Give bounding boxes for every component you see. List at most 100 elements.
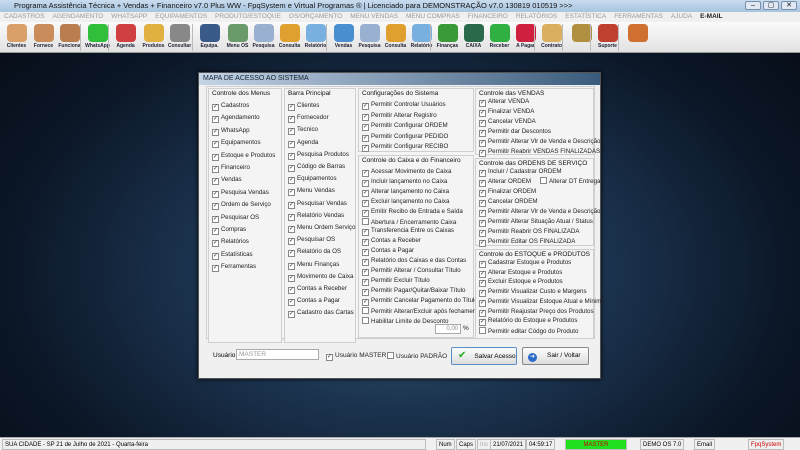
menu-equipamentos[interactable]: EQUIPAMENTOS [155,13,207,20]
checkbox-fornecedor[interactable]: ✓ Fornecedor [288,114,329,124]
toolbar-button-receber[interactable]: Receber [486,23,513,52]
checkbox-tecnico[interactable]: ✓ Tecnico [288,126,318,136]
checkbox-permitir-alterar-situac-a-o-atual-status[interactable]: ✓ Permitir Alterar Situação Atual / Statu… [479,218,593,227]
checkbox-permitir-dar-descontos[interactable]: ✓ Permitir dar Descontos [479,128,551,137]
checkbox-permitir-editar-os-finalizada[interactable]: ✓ Permitir Editar OS FINALIZADA [479,238,575,247]
exit-button[interactable]: ➜ Sair / Voltar [522,347,589,365]
checkbox-menu-financ-as[interactable]: ✓ Menu Finanças [288,261,339,270]
toolbar-button-pesquisa[interactable]: Pesquisa [356,23,383,52]
checkbox-ordem-de-servic-o[interactable]: ✓ Ordem de Serviço [212,201,271,211]
maximize-button[interactable]: ▢ [763,1,779,10]
checkbox-cancelar-venda[interactable]: ✓ Cancelar VENDA [479,118,536,127]
checkbox-movimento-de-caixa[interactable]: ✓ Movimento de Caixa [288,273,353,282]
toolbar-button-produtos[interactable]: Produtos [140,23,167,52]
checkbox-relato-rio-do-estoque-e-produtos[interactable]: ✓ Relatório do Estoque e Produtos [479,317,577,327]
checkbox-permitir-cancelar-pagamento-do-ti-tulo[interactable]: ✓ Permitir Cancelar Pagamento do Título [362,297,478,306]
close-button[interactable]: ✕ [781,1,797,10]
checkbox-contas-a-pagar[interactable]: ✓ Contas a Pagar [362,247,414,257]
menu-agendamento[interactable]: AGENDAMENTO [52,13,103,20]
checkbox-acessar-movimento-de-caixa[interactable]: ✓ Acessar Movimento de Caixa [362,168,451,177]
toolbar-button-contrato[interactable]: Contrato [538,23,565,52]
menu-cadastros[interactable]: CADASTROS [4,13,44,20]
checkbox-permitir-alterar-consultar-ti-tulo[interactable]: ✓ Permitir Alterar / Consultar Título [362,267,461,276]
menu-menu-vendas[interactable]: MENU VENDAS [350,13,398,20]
toolbar-button-fornece[interactable]: Fornece [30,23,57,52]
checkbox-usuario-master[interactable]: ✓ Usuário MASTER [326,352,386,361]
checkbox-estati-sticas[interactable]: ✓ Estatísticas [212,251,253,260]
checkbox-menu-vendas[interactable]: ✓ Menu Vendas [288,187,335,197]
checkbox-estoque-e-produtos[interactable]: ✓ Estoque e Produtos [212,152,275,161]
checkbox-permitir-configurar-pedido[interactable]: ✓ Permitir Configurar PEDIDO [362,133,448,142]
checkbox-agendamento[interactable]: ✓ Agendamento [212,114,260,124]
menu-whatsapp[interactable]: WHATSAPP [111,13,147,20]
status-email[interactable]: Email [694,439,716,450]
checkbox-permitir-pagar-quitar-baixar-ti-tulo[interactable]: ✓ Permitir Pagar/Quitar/Baixar Título [362,287,465,296]
checkbox-permitir-excluir-ti-tulo[interactable]: ✓ Permitir Excluir Título [362,277,430,286]
checkbox-permitir-configurar-ordem[interactable]: ✓ Permitir Configurar ORDEM [362,122,448,131]
checkbox-pesquisa-vendas[interactable]: ✓ Pesquisa Vendas [212,189,269,198]
menu-financeiro[interactable]: FINANCEIRO [468,13,508,20]
checkbox-pesquisa-produtos[interactable]: ✓ Pesquisa Produtos [288,151,349,160]
checkbox-cancelar-ordem[interactable]: ✓ Cancelar ORDEM [479,198,538,207]
checkbox-relato-rio-dos-caixas-e-das-contas[interactable]: ✓ Relatório dos Caixas e das Contas [362,257,466,267]
toolbar-button-consulta[interactable]: Consulta [382,23,409,52]
checkbox-permitir-alterar-vlr-de-venda-e-descric-a-o[interactable]: ✓ Permitir Alterar Vlr de Venda e Descriç… [479,138,600,147]
checkbox-permitir-configurar-recibo[interactable]: ✓ Permitir Configurar RECIBO [362,143,448,152]
toolbar-button-funciona[interactable]: Funciona [56,23,83,52]
menu-estat-stica[interactable]: ESTATÍSTICA [565,13,606,20]
checkbox-incluir-cadastrar-ordem[interactable]: ✓ Incluir / Cadastrar ORDEM [479,168,562,177]
toolbar-button-vendas[interactable]: Vendas [330,23,357,52]
checkbox-whatsapp[interactable]: ✓ WhatsApp [212,127,250,136]
checkbox-relato-rios[interactable]: ✓ Relatórios [212,238,249,248]
checkbox-permitir-editar-co-dgo-do-produto[interactable]: Permitir editar Códgo do Produto [479,326,578,336]
checkbox-cadastros[interactable]: ✓ Cadastros [212,102,249,111]
checkbox-vendas[interactable]: ✓ Vendas [212,176,242,186]
checkbox-clientes[interactable]: ✓ Clientes [288,102,319,111]
checkbox-menu-ordem-servic-o[interactable]: ✓ Menu Ordem Serviço [288,224,355,233]
toolbar-button-consultar[interactable]: Consultar [166,23,193,52]
checkbox-excluir-lanc-amento-no-caixa[interactable]: ✓ Excluir lançamento no Caixa [362,198,449,207]
checkbox-permitir-alterar-registro[interactable]: ✓ Permitir Alterar Registro [362,112,437,121]
minimize-button[interactable]: – [745,1,761,10]
checkbox-cadastro-das-cartas[interactable]: ✓ Cadastro das Cartas [288,309,354,319]
checkbox-permitir-visualizar-estoque-atual-e-mi-nimo[interactable]: ✓ Permitir Visualizar Estoque Atual e Mín… [479,298,605,307]
checkbox-alterar-ordem[interactable]: ✓ Alterar ORDEM [479,178,531,187]
checkbox-equipamentos[interactable]: ✓ Equipamentos [212,139,261,149]
checkbox-co-digo-de-barras[interactable]: ✓ Código de Barras [288,163,345,172]
menu-menu-compras[interactable]: MENU COMPRAS [406,13,460,20]
checkbox-pesquisar-os[interactable]: ✓ Pesquisar OS [212,214,259,223]
checkbox-finalizar-ordem[interactable]: ✓ Finalizar ORDEM [479,188,536,197]
menu-produto-estoque[interactable]: PRODUTO/ESTOQUE [215,13,281,20]
checkbox-usuario-padrao[interactable]: Usuário PADRÃO [387,352,447,361]
checkbox-permitir-reabrir-vendas-finalizadas[interactable]: ✓ Permitir Reabrir VENDAS FINALIZADAS [479,148,600,157]
checkbox-permitir-reajustar-prec-o-dos-produtos[interactable]: ✓ Permitir Reajustar Preço dos Produtos [479,308,594,317]
toolbar-button-finan-as[interactable]: Finanças [434,23,461,52]
checkbox-alterar-venda[interactable]: ✓ Alterar VENDA [479,98,529,107]
checkbox-relato-rio-da-os[interactable]: ✓ Relatório da OS [288,248,341,258]
toolbar-button-consulta[interactable]: Consulta [276,23,303,52]
checkbox-permitir-alterar-excluir-apo-s-fechamento[interactable]: Permitir Alterar/Excluir após fechamento [362,306,481,316]
toolbar-button-menu-os[interactable]: Menu OS [224,23,251,52]
checkbox-transferencia-entre-os-caixas[interactable]: ✓ Transferencia Entre os Caixas [362,227,454,237]
checkbox-excluir-estoque-e-produtos[interactable]: ✓ Excluir Estoque e Produtos [479,278,563,288]
menu-ferramentas[interactable]: FERRAMENTAS [614,13,663,20]
checkbox-contas-a-pagar[interactable]: ✓ Contas a Pagar [288,297,340,307]
menu-os-or-amento[interactable]: OS/ORÇAMENTO [289,13,342,20]
checkbox-agenda[interactable]: ✓ Agenda [288,139,318,148]
checkbox-permitir-reabrir-os-finalizada[interactable]: ✓ Permitir Reabrir OS FINALIZADA [479,228,579,237]
user-input[interactable] [236,349,319,360]
checkbox-alterar-dt-entrega[interactable]: Alterar DT Entrega [540,177,600,186]
checkbox-alterar-estoque-e-produtos[interactable]: ✓ Alterar Estoque e Produtos [479,269,562,278]
checkbox-incluir-lanc-amento-no-caixa[interactable]: ✓ Incluir lançamento no Caixa [362,178,447,187]
checkbox-contas-a-receber[interactable]: ✓ Contas a Receber [288,285,347,294]
checkbox-pesquisar-os[interactable]: ✓ Pesquisar OS [288,236,335,246]
checkbox-cadastrar-estoque-e-produtos[interactable]: ✓ Cadastrar Estoque e Produtos [479,259,571,268]
menu-e-mail[interactable]: E-MAIL [700,13,722,20]
toolbar-button-caixa[interactable]: CAIXA [460,23,487,52]
checkbox-permitir-alterar-vlr-de-venda-e-descric-a-o[interactable]: ✓ Permitir Alterar Vlr de Venda e Descriç… [479,208,600,217]
checkbox-finalizar-venda[interactable]: ✓ Finalizar VENDA [479,108,534,117]
checkbox-relato-rio-vendas[interactable]: ✓ Relatório Vendas [288,212,344,221]
toolbar-button-relat-rio[interactable]: Relatório [302,23,329,52]
checkbox-abertura-encerramento-caixa[interactable]: Abertura / Encerramento Caixa [362,217,456,227]
toolbar-button-clientes[interactable]: Clientes [3,23,30,52]
